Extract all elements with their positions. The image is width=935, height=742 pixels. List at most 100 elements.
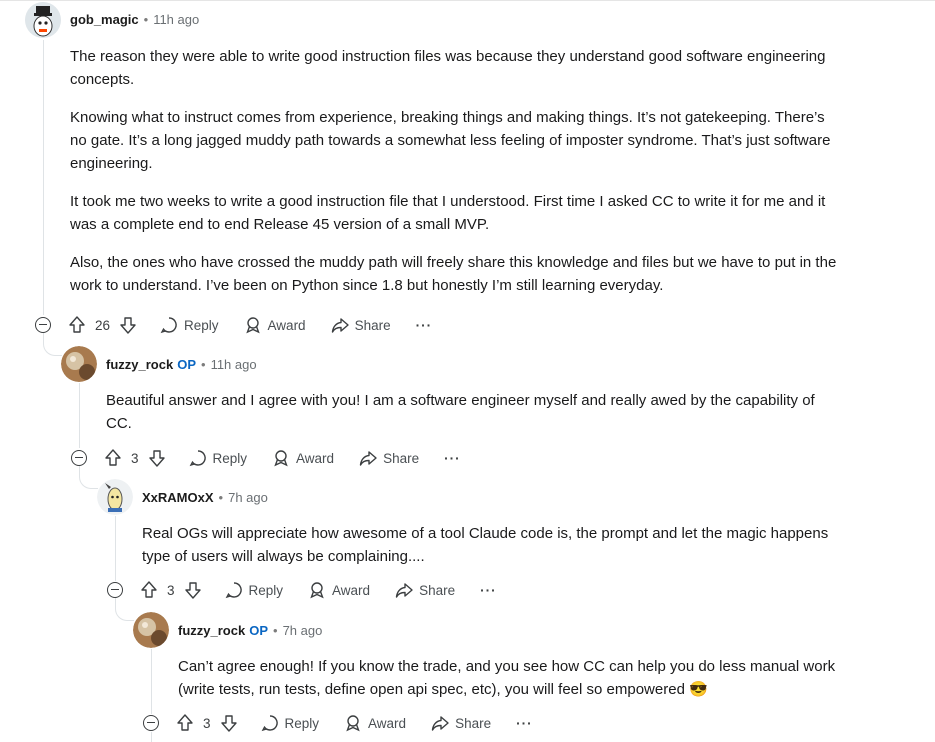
reply-label: Reply: [184, 317, 219, 333]
avatar[interactable]: [25, 2, 61, 38]
comment-paragraph: Knowing what to instruct comes from expe…: [70, 109, 831, 172]
username[interactable]: XxRAMOxX: [142, 490, 214, 505]
comment-meta: gob_magic • 11h ago: [70, 12, 199, 27]
reply-label: Reply: [284, 715, 320, 731]
comment-body: Real OGs will appreciate how awesome of …: [142, 522, 832, 583]
thread-line-2[interactable]: [79, 383, 80, 448]
share-button[interactable]: Share: [395, 581, 455, 599]
reply-button[interactable]: Reply: [225, 581, 284, 599]
comment-body: Beautiful answer and I agree with you! I…: [106, 389, 841, 450]
comment-meta: fuzzy_rock OP • 11h ago: [106, 357, 257, 372]
thread-line-4[interactable]: [151, 649, 152, 714]
share-label: Share: [455, 715, 492, 731]
comment-paragraph: Real OGs will appreciate how awesome of …: [142, 525, 829, 565]
separator-dot: •: [218, 490, 224, 505]
upvote-icon[interactable]: [103, 448, 123, 468]
award-label: Award: [332, 582, 371, 598]
award-icon: [245, 317, 260, 334]
comment-actions: 3 Reply Award Share ···: [71, 446, 461, 470]
comment-body: The reason they were able to write good …: [70, 45, 840, 312]
comment-actions: 3 Reply Award Share ···: [107, 578, 497, 602]
share-button[interactable]: Share: [331, 316, 391, 334]
avatar[interactable]: [97, 479, 133, 515]
more-icon[interactable]: ···: [416, 318, 433, 333]
comment-meta: XxRAMOxX • 7h ago: [142, 490, 268, 505]
share-icon: [359, 451, 377, 466]
comment-meta: fuzzy_rock OP • 7h ago: [178, 623, 322, 638]
share-label: Share: [383, 450, 420, 466]
upvote-icon[interactable]: [67, 315, 87, 335]
downvote-icon[interactable]: [183, 580, 203, 600]
downvote-icon[interactable]: [219, 713, 239, 733]
avatar[interactable]: [133, 612, 169, 648]
collapse-icon[interactable]: [35, 317, 51, 333]
username[interactable]: fuzzy_rock: [178, 623, 245, 638]
username[interactable]: gob_magic: [70, 12, 139, 27]
award-button[interactable]: Award: [244, 316, 306, 334]
award-button[interactable]: Award: [272, 449, 334, 467]
timestamp[interactable]: 7h ago: [228, 490, 268, 505]
share-label: Share: [354, 317, 391, 333]
vote-count: 3: [131, 450, 139, 466]
top-divider: [0, 0, 935, 1]
collapse-icon[interactable]: [143, 715, 159, 731]
op-badge: OP: [249, 623, 268, 638]
share-label: Share: [419, 582, 456, 598]
share-button[interactable]: Share: [431, 714, 491, 732]
timestamp[interactable]: 11h ago: [153, 12, 199, 27]
share-icon: [395, 583, 413, 598]
vote-count: 3: [167, 582, 175, 598]
vote-group: 3: [103, 448, 167, 468]
upvote-icon[interactable]: [139, 580, 159, 600]
downvote-icon[interactable]: [118, 315, 138, 335]
reply-icon: [189, 450, 206, 467]
vote-group: 3: [175, 713, 239, 733]
separator-dot: •: [143, 12, 149, 27]
op-badge: OP: [177, 357, 196, 372]
reply-icon: [225, 582, 242, 599]
award-button[interactable]: Award: [344, 714, 406, 732]
reply-icon: [261, 715, 278, 732]
comment-paragraph: Also, the ones who have crossed the mudd…: [70, 254, 837, 294]
share-button[interactable]: Share: [359, 449, 419, 467]
collapse-icon[interactable]: [71, 450, 87, 466]
award-icon: [310, 582, 324, 599]
more-icon[interactable]: ···: [516, 716, 533, 731]
collapse-icon[interactable]: [107, 582, 123, 598]
comment-paragraph: It took me two weeks to write a good ins…: [70, 193, 826, 233]
timestamp[interactable]: 7h ago: [283, 623, 323, 638]
vote-group: 3: [139, 580, 203, 600]
share-icon: [431, 716, 449, 731]
reply-icon: [160, 317, 177, 334]
separator-dot: •: [273, 623, 278, 638]
downvote-icon[interactable]: [147, 448, 167, 468]
comment-paragraph: Can’t agree enough! If you know the trad…: [178, 658, 836, 698]
thread-line-3[interactable]: [115, 516, 116, 581]
reply-label: Reply: [248, 582, 284, 598]
award-icon: [346, 715, 360, 732]
award-label: Award: [368, 715, 407, 731]
comment-paragraph: Beautiful answer and I agree with you! I…: [106, 392, 815, 432]
comment-actions: 3 Reply Award Share ···: [143, 711, 533, 735]
vote-group: 26: [67, 315, 138, 335]
reply-button[interactable]: Reply: [189, 449, 248, 467]
separator-dot: •: [201, 357, 206, 372]
timestamp[interactable]: 11h ago: [211, 357, 257, 372]
share-icon: [331, 318, 349, 333]
award-button[interactable]: Award: [308, 581, 370, 599]
comment-actions: 26 Reply Award Share ···: [35, 313, 432, 337]
comment-body: Can’t agree enough! If you know the trad…: [178, 655, 838, 716]
vote-count: 3: [203, 715, 211, 731]
avatar[interactable]: [61, 346, 97, 382]
reply-button[interactable]: Reply: [160, 316, 219, 334]
reply-button[interactable]: Reply: [261, 714, 320, 732]
more-icon[interactable]: ···: [444, 451, 461, 466]
thread-line-1[interactable]: [43, 40, 44, 315]
upvote-icon[interactable]: [175, 713, 195, 733]
vote-count: 26: [95, 317, 111, 333]
more-icon[interactable]: ···: [480, 583, 497, 598]
comment-paragraph: The reason they were able to write good …: [70, 48, 826, 88]
reply-label: Reply: [212, 450, 248, 466]
username[interactable]: fuzzy_rock: [106, 357, 173, 372]
award-label: Award: [267, 317, 306, 333]
